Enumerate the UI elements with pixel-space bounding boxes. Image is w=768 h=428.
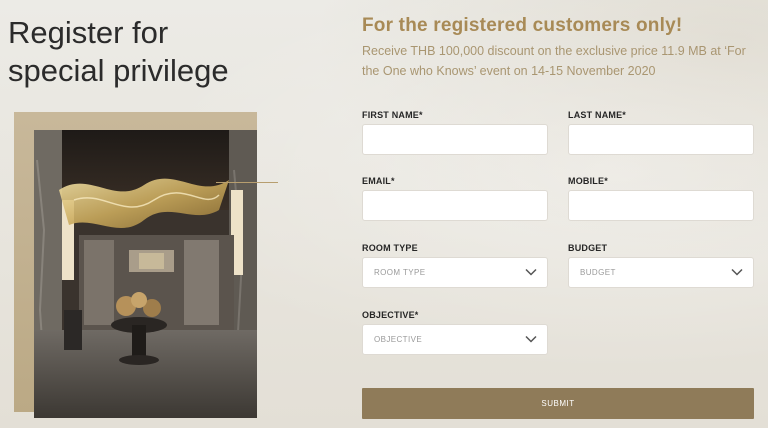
offer-title: For the registered customers only! bbox=[362, 15, 683, 36]
lobby-photo-frame bbox=[14, 112, 257, 418]
budget-select[interactable]: BUDGET bbox=[568, 257, 754, 288]
objective-label: OBJECTIVE* bbox=[362, 310, 419, 320]
room-type-select[interactable]: ROOM TYPE bbox=[362, 257, 548, 288]
chevron-down-icon bbox=[525, 335, 537, 343]
page-title-line-2: special privilege bbox=[8, 53, 229, 88]
objective-select[interactable]: OBJECTIVE bbox=[362, 324, 548, 355]
email-input[interactable] bbox=[362, 190, 548, 221]
objective-placeholder: OBJECTIVE bbox=[374, 335, 423, 344]
mobile-label: MOBILE* bbox=[568, 176, 608, 186]
chevron-down-icon bbox=[731, 268, 743, 276]
offer-description: Receive THB 100,000 discount on the excl… bbox=[362, 44, 746, 78]
submit-button[interactable]: SUBMIT bbox=[362, 388, 754, 419]
room-type-label: ROOM TYPE bbox=[362, 243, 418, 253]
first-name-label: FIRST NAME* bbox=[362, 110, 423, 120]
last-name-label: LAST NAME* bbox=[568, 110, 626, 120]
budget-label: BUDGET bbox=[568, 243, 608, 253]
email-label: EMAIL* bbox=[362, 176, 395, 186]
decorative-line bbox=[216, 182, 278, 183]
first-name-input[interactable] bbox=[362, 124, 548, 155]
last-name-input[interactable] bbox=[568, 124, 754, 155]
room-type-placeholder: ROOM TYPE bbox=[374, 268, 426, 277]
budget-placeholder: BUDGET bbox=[580, 268, 616, 277]
lobby-photo bbox=[34, 130, 257, 418]
page-title-line-1: Register for bbox=[8, 15, 169, 50]
lobby-illustration bbox=[34, 130, 257, 418]
page-title: Register for special privilege bbox=[8, 14, 308, 90]
chevron-down-icon bbox=[525, 268, 537, 276]
mobile-input[interactable] bbox=[568, 190, 754, 221]
